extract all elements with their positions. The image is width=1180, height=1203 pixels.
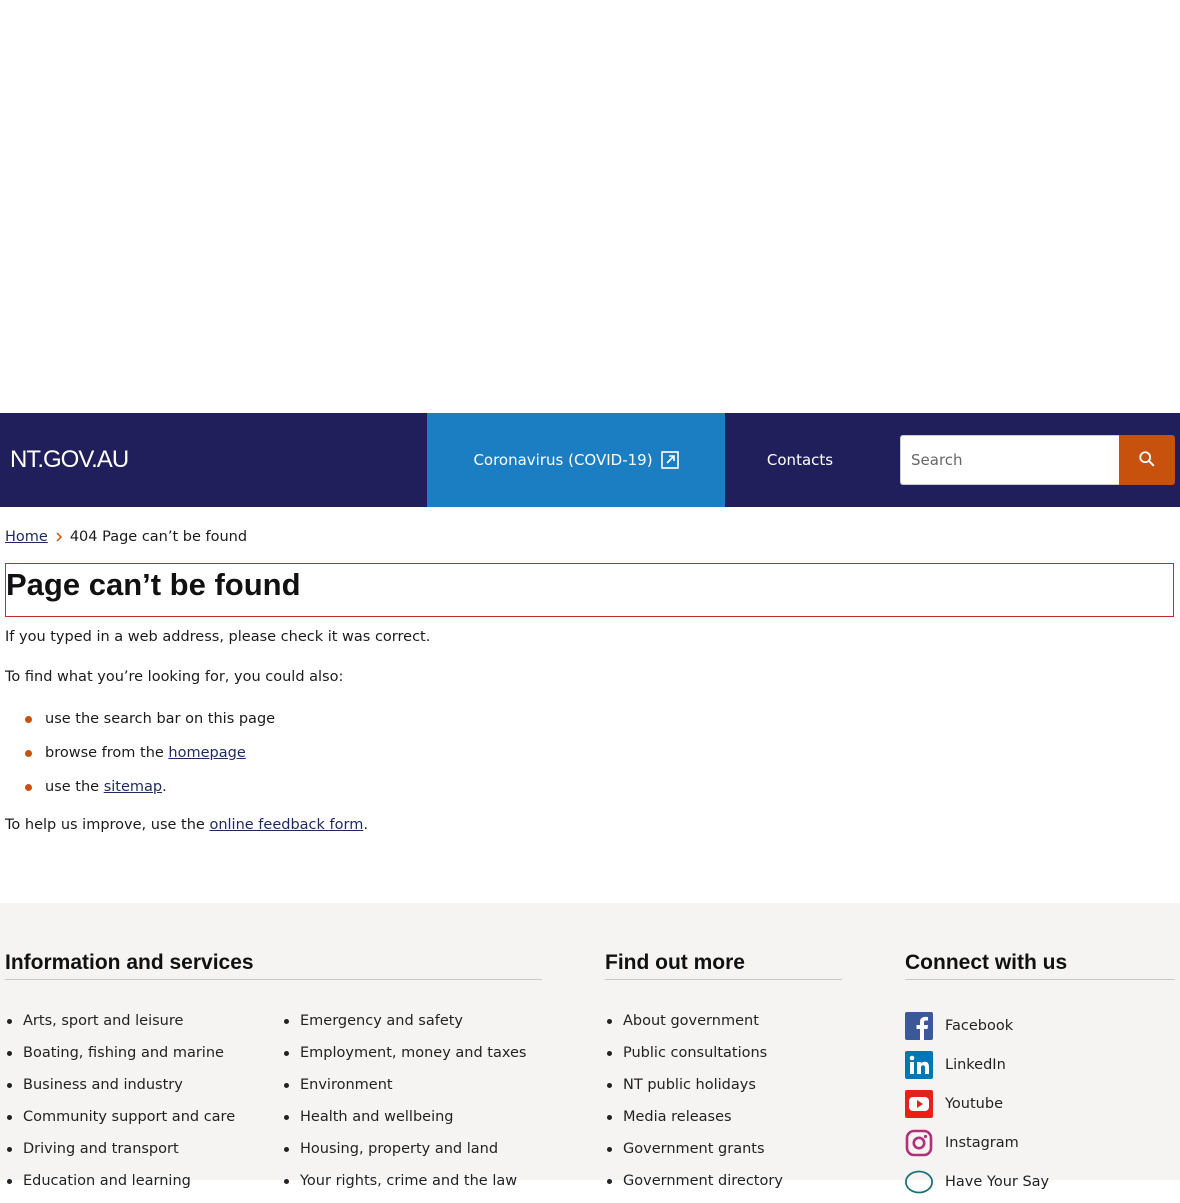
social-youtube[interactable]: Youtube xyxy=(905,1084,1049,1123)
intro-paragraph: If you typed in a web address, please ch… xyxy=(5,629,431,645)
social-have-your-say[interactable]: Have Your Say xyxy=(905,1162,1049,1201)
covid-link[interactable]: Coronavirus (COVID-19) xyxy=(427,413,725,507)
social-label: Facebook xyxy=(945,1017,1014,1034)
site-header: NT.GOV.AU Coronavirus (COVID-19) Contact… xyxy=(0,413,1180,507)
info-list-2: Emergency and safety Employment, money a… xyxy=(282,1011,526,1203)
footer-link-directory[interactable]: Government directory xyxy=(605,1171,783,1203)
site-footer: Information and services Arts, sport and… xyxy=(0,903,1180,1193)
footer-link-environment[interactable]: Environment xyxy=(282,1075,526,1107)
footer-info-heading: Information and services xyxy=(5,903,542,980)
linkedin-icon xyxy=(905,1050,933,1079)
footer-link-housing[interactable]: Housing, property and land xyxy=(282,1139,526,1171)
suggestions-intro: To find what you’re looking for, you cou… xyxy=(5,669,344,685)
social-instagram[interactable]: Instagram xyxy=(905,1123,1049,1162)
list-item: browse from the homepage xyxy=(5,742,275,776)
page-title-container: Page can’t be found xyxy=(5,563,1174,617)
search-button[interactable] xyxy=(1119,435,1175,485)
suggestions-list: use the search bar on this page browse f… xyxy=(5,708,275,810)
social-label: Instagram xyxy=(945,1134,1019,1151)
homepage-link[interactable]: homepage xyxy=(168,745,245,761)
footer-link-arts[interactable]: Arts, sport and leisure xyxy=(5,1011,235,1043)
footer-link-employment[interactable]: Employment, money and taxes xyxy=(282,1043,526,1075)
footer-link-business[interactable]: Business and industry xyxy=(5,1075,235,1107)
footer-link-boating[interactable]: Boating, fishing and marine xyxy=(5,1043,235,1075)
footer-more-heading: Find out more xyxy=(605,903,842,980)
covid-link-label: Coronavirus (COVID-19) xyxy=(473,451,653,469)
footer-link-grants[interactable]: Government grants xyxy=(605,1139,783,1171)
footer-link-rights[interactable]: Your rights, crime and the law xyxy=(282,1171,526,1203)
external-link-icon xyxy=(660,451,679,469)
social-label: LinkedIn xyxy=(945,1056,1006,1073)
list-item: use the search bar on this page xyxy=(5,708,275,742)
footer-connect-column: Connect with us Facebook LinkedIn Youtub… xyxy=(905,903,1175,1193)
youtube-icon xyxy=(905,1089,933,1118)
social-linkedin[interactable]: LinkedIn xyxy=(905,1045,1049,1084)
chevron-right-icon xyxy=(54,531,64,543)
list-item: use the sitemap. xyxy=(5,776,275,810)
footer-link-driving[interactable]: Driving and transport xyxy=(5,1139,235,1171)
more-list: About government Public consultations NT… xyxy=(605,1011,783,1203)
social-label: Have Your Say xyxy=(945,1173,1050,1190)
footer-link-education[interactable]: Education and learning xyxy=(5,1171,235,1203)
footer-link-consultations[interactable]: Public consultations xyxy=(605,1043,783,1075)
suggestion-browse-text: browse from the xyxy=(45,745,169,761)
facebook-icon xyxy=(905,1011,933,1040)
sitemap-link[interactable]: sitemap xyxy=(104,779,162,795)
footer-link-emergency[interactable]: Emergency and safety xyxy=(282,1011,526,1043)
feedback-suffix: . xyxy=(363,817,368,833)
footer-info-column: Information and services Arts, sport and… xyxy=(5,903,542,1189)
search-input[interactable] xyxy=(900,435,1119,485)
feedback-paragraph: To help us improve, use the online feedb… xyxy=(5,817,368,833)
breadcrumb-current: 404 Page can’t be found xyxy=(69,529,248,545)
social-label: Youtube xyxy=(945,1095,1003,1112)
search-form xyxy=(900,435,1175,485)
site-logo[interactable]: NT.GOV.AU xyxy=(10,413,129,507)
info-list-1: Arts, sport and leisure Boating, fishing… xyxy=(5,1011,235,1203)
footer-link-health[interactable]: Health and wellbeing xyxy=(282,1107,526,1139)
breadcrumb-home[interactable]: Home xyxy=(5,529,48,545)
have-your-say-icon xyxy=(905,1170,933,1193)
search-icon xyxy=(1138,450,1156,471)
feedback-text: To help us improve, use the xyxy=(5,817,210,833)
page-title: Page can’t be found xyxy=(6,567,301,602)
instagram-icon xyxy=(905,1129,933,1156)
footer-link-holidays[interactable]: NT public holidays xyxy=(605,1075,783,1107)
feedback-form-link[interactable]: online feedback form xyxy=(209,817,363,833)
suggestion-sitemap-suffix: . xyxy=(162,779,167,795)
footer-link-community[interactable]: Community support and care xyxy=(5,1107,235,1139)
suggestion-search: use the search bar on this page xyxy=(45,711,276,727)
footer-connect-heading: Connect with us xyxy=(905,903,1175,980)
footer-link-media[interactable]: Media releases xyxy=(605,1107,783,1139)
suggestion-sitemap-text: use the xyxy=(45,779,104,795)
social-facebook[interactable]: Facebook xyxy=(905,1006,1049,1045)
footer-link-about[interactable]: About government xyxy=(605,1011,783,1043)
breadcrumb: Home 404 Page can’t be found xyxy=(5,529,247,545)
contacts-link[interactable]: Contacts xyxy=(725,413,875,507)
footer-more-column: Find out more About government Public co… xyxy=(605,903,842,1189)
social-list: Facebook LinkedIn Youtube Instagram Have… xyxy=(905,1006,1049,1201)
